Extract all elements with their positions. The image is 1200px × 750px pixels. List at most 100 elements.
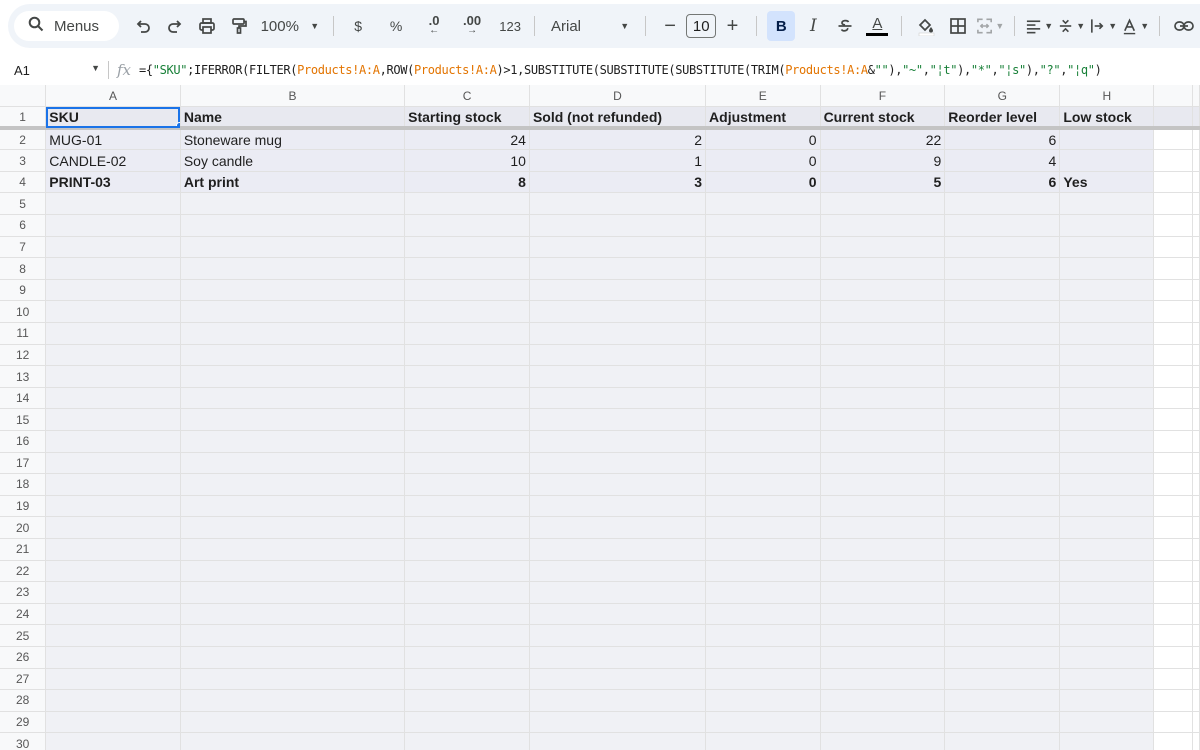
empty-cell[interactable]: [45, 689, 181, 712]
table-cell[interactable]: 2: [529, 128, 707, 151]
empty-cell[interactable]: [45, 603, 181, 626]
row-header[interactable]: 6: [0, 214, 47, 237]
empty-cell[interactable]: [1153, 322, 1193, 345]
empty-cell[interactable]: [45, 668, 181, 691]
table-cell[interactable]: 22: [820, 128, 946, 151]
empty-cell[interactable]: [404, 603, 530, 626]
empty-cell[interactable]: [180, 495, 406, 518]
empty-cell[interactable]: [1059, 732, 1155, 750]
empty-cell[interactable]: [705, 430, 821, 453]
row-header[interactable]: 4: [0, 171, 47, 194]
empty-cell[interactable]: [705, 495, 821, 518]
empty-cell[interactable]: [45, 214, 181, 237]
empty-cell[interactable]: [944, 322, 1061, 345]
empty-cell[interactable]: [944, 257, 1061, 280]
row-header[interactable]: 23: [0, 581, 47, 604]
empty-cell[interactable]: [1192, 387, 1200, 410]
empty-cell[interactable]: [944, 408, 1061, 431]
empty-cell[interactable]: [820, 387, 946, 410]
selected-cell[interactable]: SKU: [45, 106, 181, 131]
vertical-align-icon[interactable]: ▼: [1057, 11, 1085, 41]
empty-cell[interactable]: [705, 668, 821, 691]
empty-cell[interactable]: [1153, 603, 1193, 626]
empty-cell[interactable]: [180, 387, 406, 410]
header-cell[interactable]: Low stock: [1059, 106, 1155, 131]
empty-cell[interactable]: [180, 192, 406, 216]
empty-cell[interactable]: [404, 732, 530, 750]
decrease-decimal-button[interactable]: .0 ←: [420, 11, 448, 41]
empty-cell[interactable]: [180, 646, 406, 669]
empty-cell[interactable]: [180, 344, 406, 367]
column-header-spare-2[interactable]: [1192, 85, 1200, 108]
empty-cell[interactable]: [404, 538, 530, 561]
table-cell[interactable]: CANDLE-02: [45, 149, 181, 172]
empty-cell[interactable]: [45, 344, 181, 367]
empty-cell[interactable]: [1153, 473, 1193, 496]
row-header[interactable]: 17: [0, 452, 47, 475]
empty-cell[interactable]: [705, 344, 821, 367]
empty-cell[interactable]: [820, 365, 946, 388]
empty-cell[interactable]: [1192, 624, 1200, 647]
empty-cell[interactable]: [1153, 300, 1193, 324]
empty-cell[interactable]: [404, 236, 530, 259]
empty-cell[interactable]: [705, 452, 821, 475]
empty-cell[interactable]: [944, 236, 1061, 259]
empty-cell[interactable]: [1059, 560, 1155, 583]
empty-cell[interactable]: [705, 322, 821, 345]
empty-cell[interactable]: [529, 365, 707, 388]
empty-cell[interactable]: [1059, 344, 1155, 367]
row-header[interactable]: 10: [0, 300, 47, 324]
empty-cell[interactable]: [820, 430, 946, 453]
empty-cell[interactable]: [705, 257, 821, 280]
empty-cell[interactable]: [820, 257, 946, 280]
empty-cell[interactable]: [1059, 624, 1155, 647]
empty-cell[interactable]: [404, 473, 530, 496]
row-header[interactable]: 13: [0, 365, 47, 388]
empty-cell[interactable]: [944, 473, 1061, 496]
menus-search-button[interactable]: Menus: [14, 11, 119, 41]
empty-cell[interactable]: [1059, 300, 1155, 324]
empty-cell[interactable]: [944, 732, 1061, 750]
table-cell[interactable]: 8: [404, 171, 530, 194]
empty-cell[interactable]: [1153, 344, 1193, 367]
empty-cell[interactable]: [45, 516, 181, 539]
empty-cell[interactable]: [45, 236, 181, 259]
empty-cell[interactable]: [1153, 624, 1193, 647]
table-cell[interactable]: 0: [705, 149, 821, 172]
empty-cell[interactable]: [1192, 279, 1200, 302]
empty-cell[interactable]: [944, 581, 1061, 604]
empty-cell[interactable]: [1059, 689, 1155, 712]
table-cell[interactable]: 1: [529, 149, 707, 172]
empty-cell[interactable]: [1192, 732, 1200, 750]
column-header-f[interactable]: F: [820, 85, 946, 108]
currency-format-button[interactable]: $: [344, 11, 372, 41]
empty-cell[interactable]: [45, 711, 181, 734]
empty-cell[interactable]: [1153, 214, 1193, 237]
empty-cell[interactable]: [1192, 408, 1200, 431]
empty-cell[interactable]: [404, 344, 530, 367]
empty-cell[interactable]: [705, 689, 821, 712]
row-header[interactable]: 24: [0, 603, 47, 626]
column-header-g[interactable]: G: [944, 85, 1061, 108]
empty-cell[interactable]: [1192, 603, 1200, 626]
empty-cell[interactable]: [705, 646, 821, 669]
bold-button[interactable]: B: [767, 11, 796, 41]
empty-cell[interactable]: [45, 732, 181, 750]
empty-cell[interactable]: [180, 408, 406, 431]
empty-cell[interactable]: [1192, 149, 1200, 172]
table-cell[interactable]: 6: [944, 128, 1061, 151]
empty-cell[interactable]: [1059, 646, 1155, 669]
empty-cell[interactable]: [705, 624, 821, 647]
font-family-select[interactable]: Arial ▼: [545, 11, 635, 41]
empty-cell[interactable]: [1192, 322, 1200, 345]
empty-cell[interactable]: [1192, 171, 1200, 194]
header-cell[interactable]: Sold (not refunded): [529, 106, 707, 131]
column-header-d[interactable]: D: [529, 85, 707, 108]
row-header[interactable]: 9: [0, 279, 47, 302]
table-cell[interactable]: 9: [820, 149, 946, 172]
empty-cell[interactable]: [1059, 365, 1155, 388]
empty-cell[interactable]: [944, 452, 1061, 475]
table-cell[interactable]: [1059, 149, 1155, 172]
row-header[interactable]: 21: [0, 538, 47, 561]
row-header[interactable]: 5: [0, 192, 47, 216]
